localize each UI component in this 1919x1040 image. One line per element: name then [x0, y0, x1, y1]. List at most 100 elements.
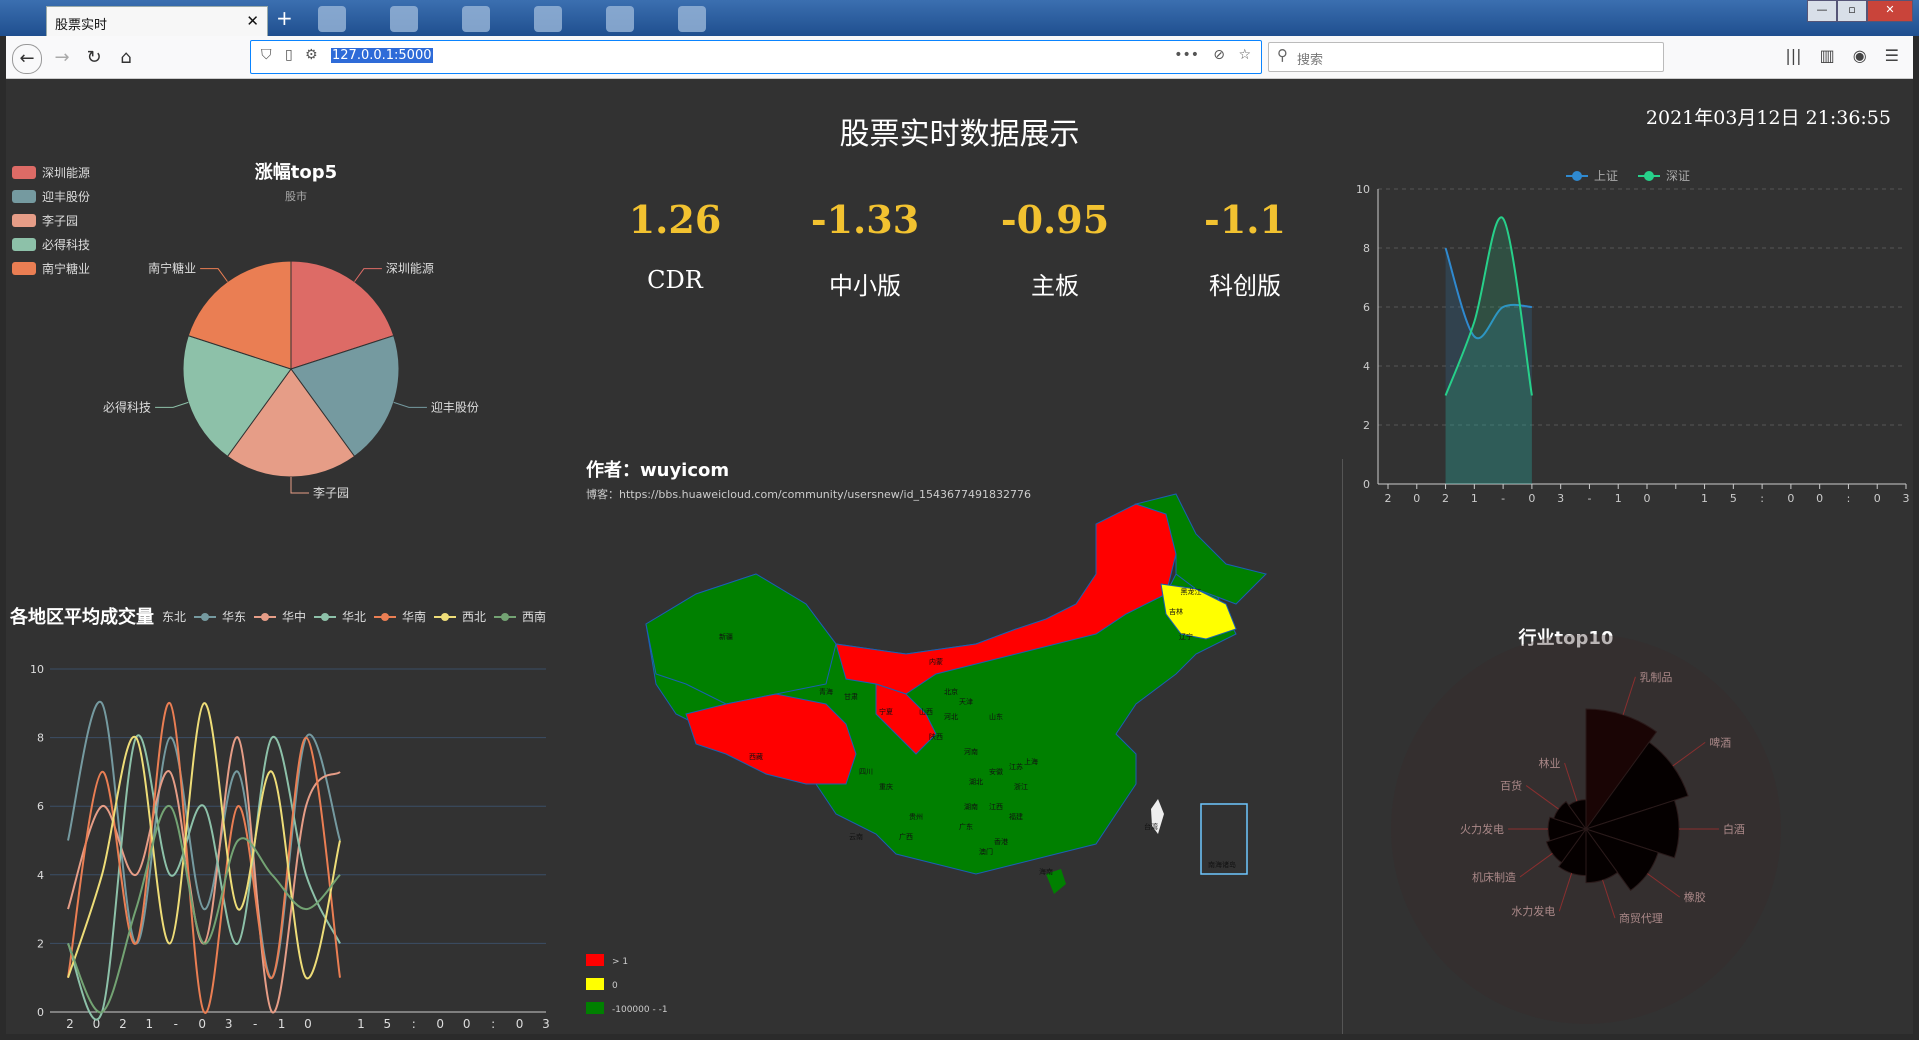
taskbar-app-icon[interactable] [390, 6, 418, 32]
shield-icon[interactable]: ⛉ [261, 47, 272, 63]
taskbar-app-icon[interactable] [678, 6, 706, 32]
map-label: 江苏 [1009, 762, 1023, 771]
map-legend-swatch[interactable] [586, 954, 604, 966]
x-tick-label: 1 [146, 1017, 154, 1031]
legend-swatch[interactable] [12, 166, 36, 179]
new-tab-icon[interactable]: + [276, 6, 293, 30]
taskbar-app-icon[interactable] [606, 6, 634, 32]
legend-label[interactable]: 上证 [1594, 169, 1618, 183]
map-label: 青海 [819, 687, 833, 696]
map-subtitle: 博客：https://bbs.huaweicloud.com/community… [586, 487, 1031, 501]
legend-marker[interactable] [381, 613, 389, 621]
legend-marker[interactable] [321, 613, 329, 621]
x-tick-label: 1 [1701, 492, 1708, 505]
legend-swatch[interactable] [12, 190, 36, 203]
url-bar[interactable]: ⛉ ▯ ⚙ 127.0.0.1:5000 ••• ⊘ ☆ [250, 40, 1262, 74]
minimize-icon[interactable]: — [1807, 0, 1837, 22]
y-tick-label: 8 [37, 732, 44, 745]
x-tick-label: 3 [1903, 492, 1910, 505]
rose-label: 机床制造 [1472, 870, 1516, 884]
taskbar-app-icon[interactable] [318, 6, 346, 32]
menu-icon[interactable]: ☰ [1885, 46, 1899, 65]
chart-title: 各地区平均成交量 [9, 606, 154, 628]
pie-label: 李子园 [313, 485, 349, 500]
legend-swatch[interactable] [12, 214, 36, 227]
map-label: 江西 [989, 803, 1003, 811]
map-label: 广东 [959, 822, 973, 831]
map-title: 作者：wuyicom [586, 459, 729, 481]
taskbar-icons [318, 6, 706, 32]
y-tick-label: 0 [1363, 478, 1370, 491]
back-icon[interactable]: ← [12, 44, 42, 74]
x-tick-label: 5 [1730, 492, 1737, 505]
x-tick-label: 1 [357, 1017, 365, 1031]
legend-marker[interactable] [1644, 171, 1654, 181]
x-tick-label: : [1760, 492, 1764, 505]
bookmark-star-icon[interactable]: ☆ [1238, 47, 1251, 63]
map-label: 宁夏 [879, 707, 893, 716]
pie-label: 南宁糖业 [148, 261, 196, 276]
url-text[interactable]: 127.0.0.1:5000 [331, 48, 433, 63]
map-legend-swatch[interactable] [586, 978, 604, 990]
taskbar-app-icon[interactable] [534, 6, 562, 32]
reload-icon[interactable]: ↻ [80, 44, 108, 72]
library-icon[interactable]: ||| [1785, 46, 1801, 65]
datetime: 2021年03月12日 21:36:55 [1645, 107, 1891, 129]
map-label: 甘肃 [844, 692, 858, 701]
legend-marker[interactable] [441, 613, 449, 621]
close-tab-icon[interactable]: ✕ [246, 12, 259, 30]
legend-label[interactable]: 西北 [462, 610, 486, 624]
map-legend-swatch[interactable] [586, 1002, 604, 1014]
search-input[interactable]: ⚲ 搜索 [1268, 42, 1664, 72]
legend-swatch[interactable] [12, 238, 36, 251]
map-label: 山东 [989, 712, 1003, 721]
legend-label[interactable]: 深圳能源 [42, 166, 90, 180]
x-tick-label: : [491, 1017, 495, 1031]
maximize-icon[interactable]: ▫ [1837, 0, 1867, 22]
page-actions-icon[interactable]: ••• [1174, 47, 1199, 63]
map-label: 河南 [964, 747, 978, 756]
legend-marker[interactable] [501, 613, 509, 621]
legend-marker[interactable] [261, 613, 269, 621]
legend-label[interactable]: 华东 [222, 610, 246, 624]
map-label: 四川 [859, 768, 873, 776]
legend-label[interactable]: 华北 [342, 610, 366, 624]
home-icon[interactable]: ⌂ [112, 44, 140, 72]
map-label: 河北 [944, 713, 958, 721]
taskbar-app-icon[interactable] [462, 6, 490, 32]
legend-label[interactable]: 华南 [402, 609, 426, 624]
legend-label[interactable]: 迎丰股份 [42, 190, 90, 204]
pie-label-line [155, 401, 189, 408]
map-label: 吉林 [1169, 607, 1183, 616]
legend-label[interactable]: 华中 [282, 609, 306, 624]
sidebar-icon[interactable]: ▥ [1820, 46, 1835, 65]
page-icon[interactable]: ▯ [285, 47, 293, 63]
window-close-icon[interactable]: ✕ [1867, 0, 1913, 22]
x-tick-label: 2 [1385, 492, 1392, 505]
pocket-icon[interactable]: ⊘ [1213, 47, 1225, 63]
legend-swatch[interactable] [12, 262, 36, 275]
legend-label[interactable]: 南宁糖业 [42, 261, 90, 276]
x-tick-label: 0 [198, 1017, 206, 1031]
legend-marker[interactable] [201, 613, 209, 621]
x-tick-label: 0 [1528, 492, 1535, 505]
account-icon[interactable]: ◉ [1853, 46, 1867, 65]
y-tick-label: 4 [37, 869, 44, 882]
map-label: 西藏 [749, 752, 763, 761]
window-titlebar: 股票实时 ✕ + — ▫ ✕ [0, 0, 1919, 37]
y-tick-label: 6 [37, 800, 44, 813]
legend-label[interactable]: 深证 [1666, 169, 1690, 183]
rose-label: 百货 [1500, 779, 1522, 793]
forward-icon[interactable]: → [48, 44, 76, 72]
permissions-icon[interactable]: ⚙ [305, 47, 318, 63]
legend-label[interactable]: 东北 [162, 610, 186, 624]
kpi-label: 科创版 [1209, 272, 1281, 300]
legend-marker[interactable] [1572, 171, 1582, 181]
legend-label[interactable]: 西南 [522, 609, 546, 624]
legend-label[interactable]: 李子园 [42, 213, 78, 228]
map-label: 香港 [994, 837, 1008, 846]
map-label: 安徽 [989, 767, 1003, 776]
browser-tab[interactable]: 股票实时 ✕ [46, 6, 268, 37]
legend-label[interactable]: 必得科技 [42, 237, 90, 252]
map-label: 新疆 [719, 632, 733, 641]
